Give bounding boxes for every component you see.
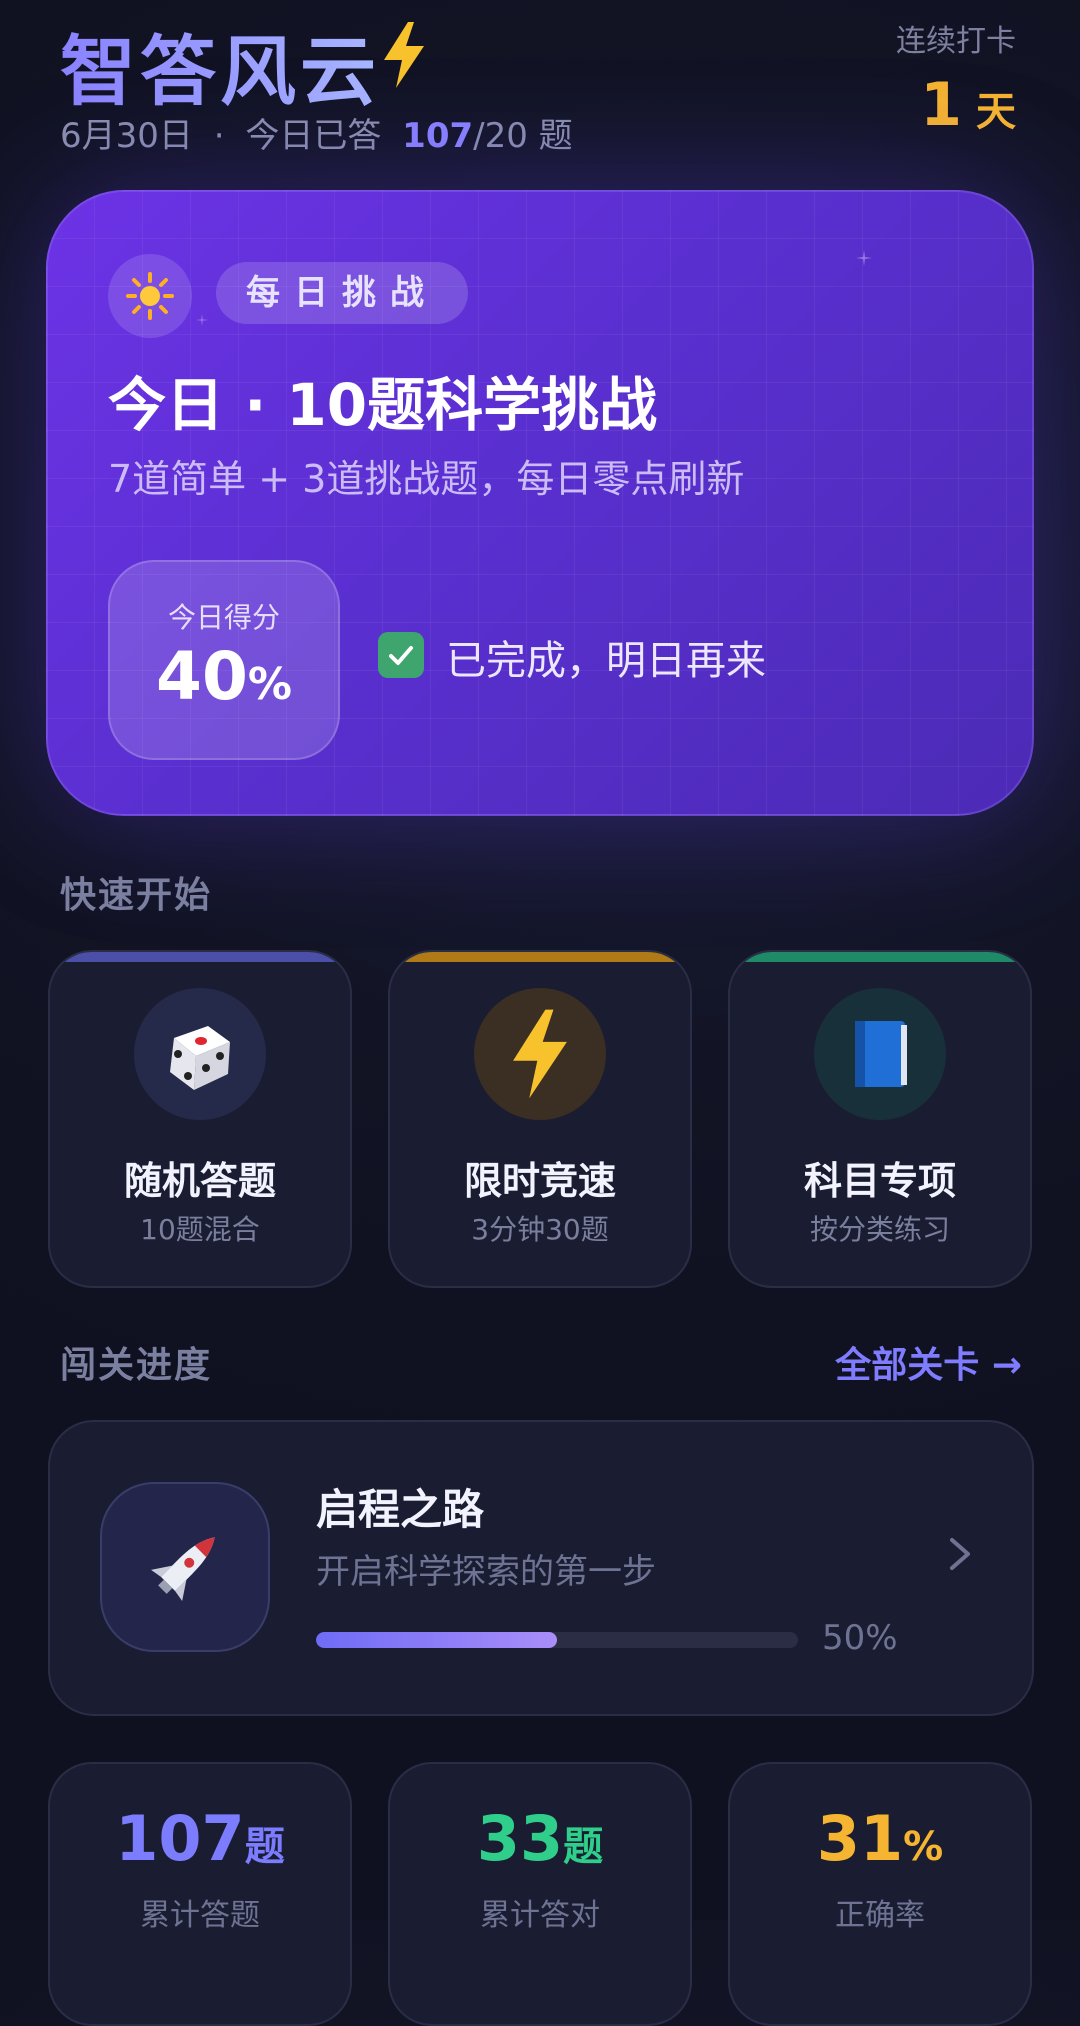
tile-subtitle: 按分类练习 [809,1213,950,1246]
level-subtitle: 开启科学探索的第一步 [316,1552,656,1592]
stat-number: 31 [816,1802,904,1875]
stat-number: 33 [476,1802,564,1875]
tile-subtitle: 10题混合 [140,1213,260,1246]
stat-value: 31% [730,1802,1030,1875]
streak-unit: 天 [976,89,1016,135]
tile-title: 限时竞速 [463,1159,616,1203]
date-summary: 6月30日 · 今日已答 107/20 题 [60,108,573,157]
level-progress-text: 50% [822,1618,898,1658]
quick-tile-random[interactable]: 随机答题 10题混合 [48,950,352,1288]
daily-challenge-card[interactable]: 每日挑战 今日 · 10题科学挑战 7道简单 + 3道挑战题，每日零点刷新 今日… [46,190,1034,816]
sparkle-icon [196,314,208,326]
stat-value: 107题 [50,1802,350,1875]
tile-accent-bar [50,952,350,962]
quick-tile-subject[interactable]: 科目专项 按分类练习 [728,950,1032,1288]
stat-unit: 题 [563,1824,604,1870]
lightning-icon [384,22,424,88]
completion-status: 已完成，明日再来 [446,638,766,684]
streak-label: 连续打卡 [896,24,1016,59]
stat-unit: 题 [244,1824,285,1870]
stat-accuracy: 31% 正确率 [728,1762,1032,2026]
book-icon [814,988,946,1120]
streak-days: 1 [920,70,962,140]
stat-unit: % [903,1824,944,1870]
check-icon [378,632,424,678]
stat-total-correct: 33题 累计答对 [388,1762,692,2026]
rocket-icon [100,1482,270,1652]
separator: · [213,116,225,156]
stat-label: 累计答对 [480,1898,600,1933]
stat-value: 33题 [390,1802,690,1875]
challenge-badge: 每日挑战 [216,262,468,324]
dice-icon [134,988,266,1120]
answered-prefix: 今日已答 [245,116,382,156]
all-levels-link[interactable]: 全部关卡 → [835,1336,1022,1388]
lightning-icon [474,988,606,1120]
tile-subtitle: 3分钟30题 [471,1213,609,1246]
level-progress-bar [316,1632,798,1648]
app-title: 智答风云 [60,10,380,120]
sun-icon [108,254,192,338]
stat-label: 正确率 [835,1898,925,1933]
tile-title: 随机答题 [123,1159,276,1203]
score-label: 今日得分 [167,601,280,634]
stat-label: 累计答题 [140,1898,260,1933]
tile-accent-bar [730,952,1030,962]
answered-unit: 题 [538,116,573,156]
level-card[interactable]: 启程之路 开启科学探索的第一步 50% [48,1420,1034,1716]
sparkle-icon [856,250,872,266]
streak-value: 1天 [920,70,1016,140]
score-value: 40% [110,638,338,715]
score-number: 40 [156,638,248,715]
quick-start-title: 快速开始 [60,875,213,916]
tile-accent-bar [390,952,690,962]
stat-total-answered: 107题 累计答题 [48,1762,352,2026]
date-text: 6月30日 [60,116,193,156]
level-progress-fill [316,1632,557,1648]
challenge-subtitle: 7道简单 + 3道挑战题，每日零点刷新 [108,457,745,501]
answered-count: 107 [402,116,474,156]
chevron-right-icon[interactable] [946,1534,974,1574]
score-unit: % [247,659,292,710]
progress-section-title: 闯关进度 [60,1345,213,1386]
stat-number: 107 [115,1802,245,1875]
challenge-title: 今日 · 10题科学挑战 [108,371,658,439]
level-title: 启程之路 [316,1485,485,1534]
answered-goal: /20 [473,116,528,156]
quick-tile-timed[interactable]: 限时竞速 3分钟30题 [388,950,692,1288]
score-box: 今日得分 40% [108,560,340,760]
tile-title: 科目专项 [803,1159,956,1203]
